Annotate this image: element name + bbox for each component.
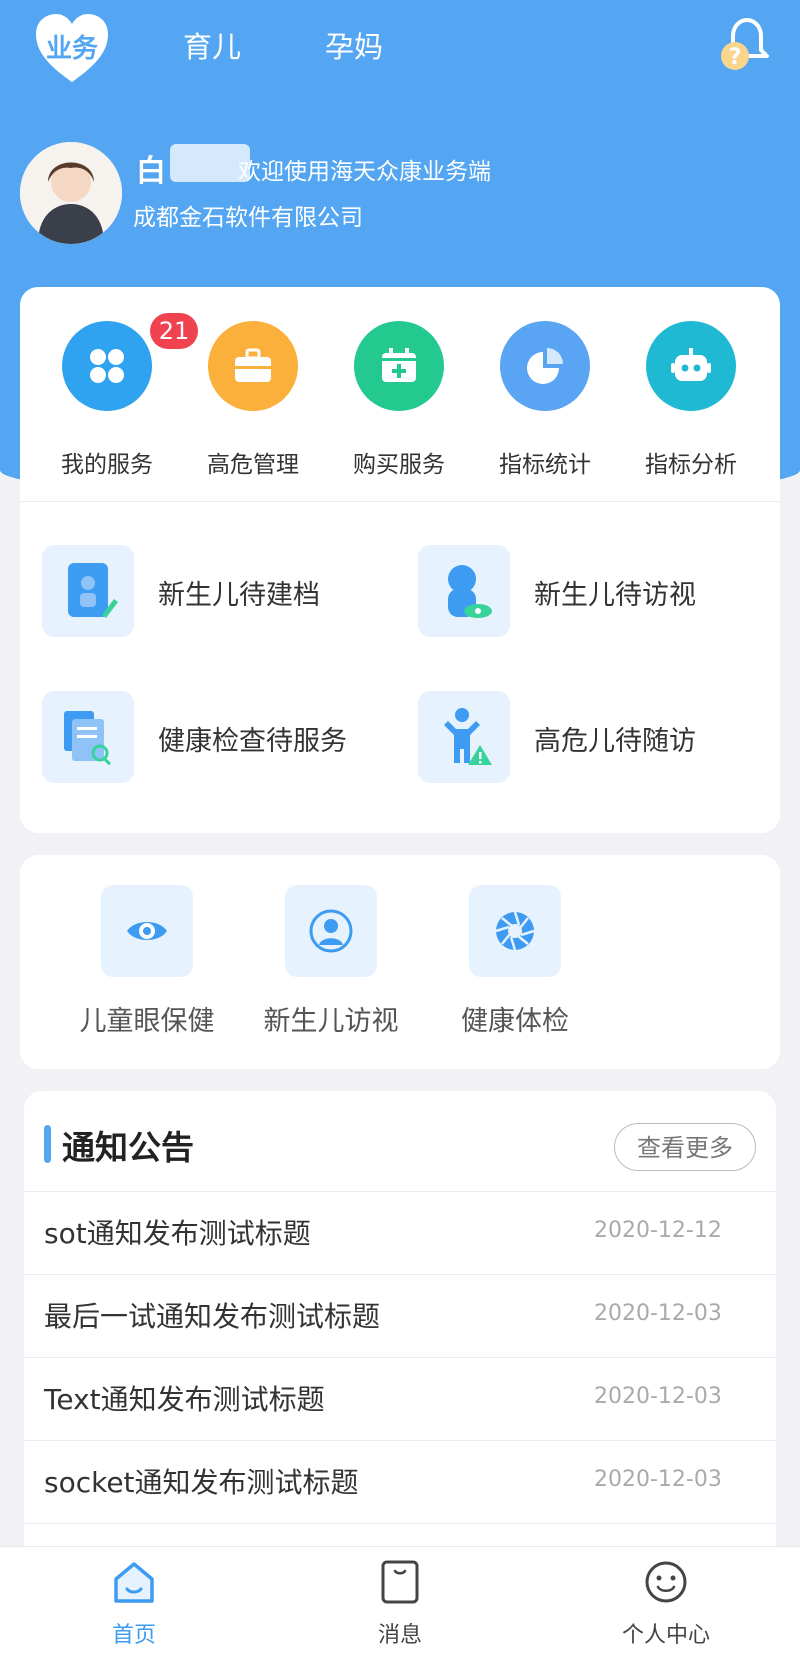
service-buy[interactable]: 购买服务	[329, 321, 469, 481]
quick-items-card: 儿童眼保健 新生儿访视 健康体检	[20, 855, 780, 1069]
service-statistics[interactable]: 指标统计	[475, 321, 615, 481]
svg-text:?: ?	[729, 45, 742, 70]
divider	[20, 501, 780, 502]
service-label: 指标分析	[645, 452, 737, 478]
calendar-plus-icon	[354, 321, 444, 411]
robot-icon	[646, 321, 736, 411]
service-label: 高危管理	[207, 452, 299, 478]
tab-business-label: 业务	[45, 34, 98, 64]
item-label: 儿童眼保健	[79, 1006, 215, 1037]
announcement-title: socket通知发布测试标题	[44, 1466, 359, 1499]
avatar[interactable]	[20, 142, 122, 244]
document-search-icon	[42, 691, 134, 783]
view-more-button[interactable]: 查看更多	[614, 1123, 756, 1171]
announcement-date: 2020-12-03	[594, 1384, 722, 1409]
bell-question-icon: ?	[721, 18, 769, 70]
nav-profile[interactable]: 个人中心	[606, 1559, 726, 1649]
services-card: 21 我的服务 高危管理 购买服务 指标统计 指标分析 新生儿待建档 新生儿待访…	[20, 287, 780, 833]
announcement-title: 最后一试通知发布测试标题	[44, 1300, 381, 1333]
announcement-date: 2020-12-03	[594, 1467, 722, 1492]
announcements-card: 通知公告 查看更多 sot通知发布测试标题 2020-12-12 最后一试通知发…	[24, 1091, 776, 1561]
announcement-title: Text通知发布测试标题	[44, 1383, 325, 1416]
item-newborn-visit[interactable]: 新生儿访视	[251, 885, 411, 1045]
task-health-check[interactable]: 健康检查待服务	[42, 691, 402, 783]
smiley-icon	[645, 1561, 687, 1603]
tab-pregnancy[interactable]: 孕妈	[325, 24, 383, 66]
announcement-title: sot通知发布测试标题	[44, 1217, 311, 1250]
tab-business[interactable]: 业务	[36, 14, 108, 84]
service-analysis[interactable]: 指标分析	[621, 321, 761, 481]
welcome-text: 欢迎使用海天众康业务端	[238, 159, 491, 185]
notification-button[interactable]: ?	[715, 14, 775, 74]
task-high-risk-followup[interactable]: 高危儿待随访	[418, 691, 778, 783]
baby-visit-icon	[418, 545, 510, 637]
announcement-date: 2020-12-12	[594, 1218, 722, 1243]
service-label: 我的服务	[61, 452, 153, 478]
nav-label: 消息	[377, 1623, 422, 1648]
task-label: 新生儿待建档	[158, 580, 320, 611]
bottom-navigation: 首页 消息 个人中心	[0, 1546, 800, 1653]
baby-record-icon	[42, 545, 134, 637]
service-label: 指标统计	[499, 452, 591, 478]
nav-label: 个人中心	[621, 1623, 710, 1648]
announcement-row[interactable]: 最后一试通知发布测试标题 2020-12-03	[24, 1274, 776, 1358]
message-icon	[381, 1560, 419, 1604]
announcement-row[interactable]: socket通知发布测试标题 2020-12-03	[24, 1440, 776, 1524]
announcement-row[interactable]: Text通知发布测试标题 2020-12-03	[24, 1357, 776, 1441]
top-bar: 业务 育儿 孕妈 ?	[0, 0, 800, 100]
clover-icon	[62, 321, 152, 411]
item-child-eye-care[interactable]: 儿童眼保健	[67, 885, 227, 1045]
task-newborn-record[interactable]: 新生儿待建档	[42, 545, 402, 637]
nav-label: 首页	[111, 1623, 156, 1648]
home-icon	[114, 1562, 154, 1603]
user-info: 白 欢迎使用海天众康业务端 成都金石软件有限公司	[20, 142, 780, 244]
service-my-services[interactable]: 21 我的服务	[37, 313, 198, 481]
pie-chart-icon	[500, 321, 590, 411]
company-name: 成都金石软件有限公司	[133, 205, 363, 231]
service-label: 购买服务	[353, 452, 445, 478]
announcements-title: 通知公告	[62, 1128, 194, 1167]
announcement-date: 2020-12-03	[594, 1301, 722, 1326]
task-label: 高危儿待随访	[534, 726, 696, 757]
child-warning-icon	[418, 691, 510, 783]
user-name: 白	[136, 154, 166, 189]
announcement-row[interactable]: sot通知发布测试标题 2020-12-12	[24, 1191, 776, 1275]
nav-home[interactable]: 首页	[74, 1559, 194, 1649]
task-newborn-visit[interactable]: 新生儿待访视	[418, 545, 778, 637]
nav-messages[interactable]: 消息	[340, 1559, 460, 1649]
eye-icon	[101, 885, 193, 977]
avatar-image	[20, 142, 122, 244]
item-label: 健康体检	[461, 1006, 569, 1037]
item-health-exam[interactable]: 健康体检	[435, 885, 595, 1045]
person-icon	[285, 885, 377, 977]
task-label: 健康检查待服务	[158, 726, 347, 757]
tab-parenting[interactable]: 育儿	[183, 24, 241, 66]
aperture-icon	[469, 885, 561, 977]
title-accent-bar	[44, 1125, 51, 1163]
task-label: 新生儿待访视	[534, 580, 696, 611]
service-high-risk[interactable]: 高危管理	[183, 321, 323, 481]
briefcase-icon	[208, 321, 298, 411]
item-label: 新生儿访视	[263, 1006, 399, 1037]
